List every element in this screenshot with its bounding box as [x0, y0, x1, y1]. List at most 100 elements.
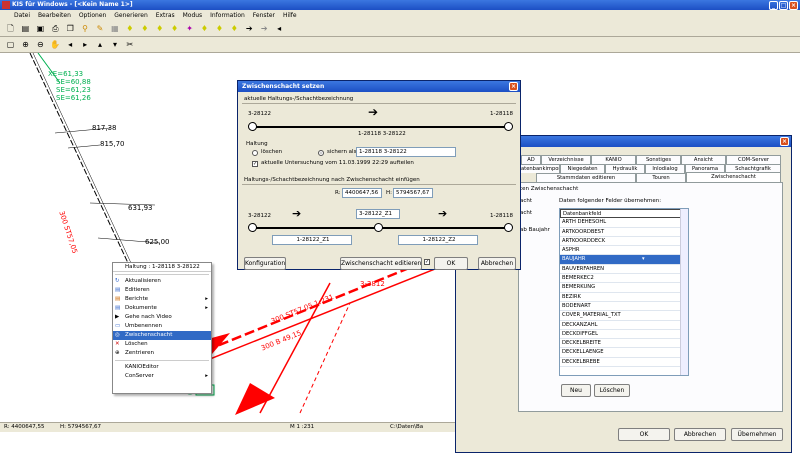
close-icon[interactable]: × [789, 1, 798, 10]
zoom-in-icon[interactable]: ⊕ [20, 39, 31, 50]
arrow-right-icon[interactable]: ➔ [244, 23, 255, 34]
menu-information[interactable]: Information [210, 12, 245, 19]
bulb4-icon[interactable]: ♦ [169, 23, 180, 34]
move-right-icon[interactable]: ▸ [80, 39, 91, 50]
menu-fenster[interactable]: Fenster [253, 12, 275, 19]
cancel-button[interactable]: Abbrechen [674, 428, 726, 441]
menu-optionen[interactable]: Optionen [79, 12, 107, 19]
tab-verzeichnisse[interactable]: Verzeichnisse [541, 155, 591, 164]
tool-icon[interactable]: ✎ [95, 23, 106, 34]
ctx-zwischenschacht[interactable]: ◎ Zwischenschacht [113, 331, 211, 340]
ok-button[interactable]: OK [618, 428, 670, 441]
tab-datenbankimport[interactable]: Datenbankimport [516, 164, 560, 173]
maximize-icon[interactable]: □ [779, 1, 788, 10]
arrow-right2-icon[interactable]: ➔ [259, 23, 270, 34]
list-item[interactable]: BAUVERFAHREN [560, 265, 688, 275]
menu-hilfe[interactable]: Hilfe [283, 12, 297, 19]
sichern-input[interactable]: 1-28118 3-28122 [356, 147, 456, 157]
ctx-gehe-nach-video[interactable]: ▶ Gehe nach Video [113, 313, 211, 322]
ctx-editieren[interactable]: ▤ Editieren [113, 286, 211, 295]
tab-com-server[interactable]: COM-Server [726, 155, 781, 164]
menu-generieren[interactable]: Generieren [114, 12, 148, 19]
menu-bearbeiten[interactable]: Bearbeiten [38, 12, 71, 19]
segment-left-input[interactable]: 1-28122_Z1 [272, 235, 352, 245]
r-coordinate-input[interactable]: 4400647,56 [342, 188, 382, 198]
save-icon[interactable]: ▣ [35, 23, 46, 34]
zoom-out-icon[interactable]: ⊖ [35, 39, 46, 50]
ctx-zentrieren[interactable]: ⊕ Zentrieren [113, 349, 211, 358]
list-item[interactable]: ARTH DEHESOHL [560, 218, 688, 228]
radio-sichern[interactable] [318, 150, 324, 156]
list-item[interactable]: DECKDIFFGEL [560, 330, 688, 340]
list-item[interactable]: ASPHR [560, 246, 688, 256]
tab-hydraulik[interactable]: Hydraulik [605, 164, 645, 173]
arrow-left-icon[interactable]: ◂ [274, 23, 285, 34]
list-item[interactable]: DECKANZAHL [560, 321, 688, 330]
ctx-kanioeditor[interactable]: KANIOEditor [113, 363, 211, 372]
zwischenschacht-editieren-button[interactable]: Zwischenschacht editieren [340, 257, 422, 270]
print-icon[interactable]: ⎙ [50, 23, 61, 34]
tab-stammdaten[interactable]: Stammdaten editieren [536, 173, 636, 182]
ctx-umbenennen[interactable]: ▭ Umbenennen [113, 322, 211, 331]
dialog-cancel-button[interactable]: Abbrechen [478, 257, 516, 270]
mid-node-input[interactable]: 3-28122_Z1 [356, 209, 400, 219]
field-list[interactable]: Datenbankfeld ARTH DEHESOHL ARTKOORDBEST… [559, 208, 689, 376]
table-icon[interactable]: ▦ [109, 23, 120, 34]
page-icon[interactable]: ▢ [5, 39, 16, 50]
minimize-icon[interactable]: _ [769, 1, 778, 10]
list-scrollbar[interactable] [680, 209, 688, 375]
tab-inlodialog[interactable]: Inlodialog [645, 164, 685, 173]
checkbox-editieren[interactable]: ✓ [424, 259, 430, 265]
ctx-berichte[interactable]: ▤ Berichte ▸ [113, 295, 211, 304]
list-item[interactable]: COVER_MATERIAL_TXT [560, 311, 688, 321]
new-icon[interactable]: 🗋 [5, 23, 16, 34]
ctx-aktualisieren[interactable]: ↻ Aktualisieren [113, 277, 211, 286]
move-up-icon[interactable]: ▴ [95, 39, 106, 50]
menu-modus[interactable]: Modus [183, 12, 203, 19]
list-item[interactable]: BEMERKUNG [560, 283, 688, 293]
ctx-loeschen[interactable]: ✕ Löschen [113, 340, 211, 349]
list-item[interactable]: DECKELBREITE [560, 339, 688, 349]
bulb-icon[interactable]: ♦ [124, 23, 135, 34]
bulb7-icon[interactable]: ♦ [229, 23, 240, 34]
list-item[interactable]: BEZIRK [560, 293, 688, 302]
dropdown-arrow-icon[interactable]: ▾ [642, 255, 645, 264]
segment-right-input[interactable]: 1-28122_Z2 [398, 235, 478, 245]
ctx-dokumente[interactable]: ▤ Dokumente ▸ [113, 304, 211, 313]
menu-extras[interactable]: Extras [156, 12, 175, 19]
list-item[interactable]: ARTKOORDBEST [560, 228, 688, 237]
list-item[interactable]: BODENART [560, 302, 688, 312]
bulb6-icon[interactable]: ♦ [214, 23, 225, 34]
radio-loeschen[interactable] [252, 150, 258, 156]
pan-icon[interactable]: ✋ [50, 39, 61, 50]
list-item[interactable]: DECKELBREBE [560, 358, 688, 368]
dialog-ok-button[interactable]: OK [434, 257, 468, 270]
tab-touren[interactable]: Touren [636, 173, 686, 182]
checkbox-aufteilen[interactable]: ✓ [252, 161, 258, 167]
move-down-icon[interactable]: ▾ [109, 39, 120, 50]
copy-icon[interactable]: ❐ [65, 23, 76, 34]
list-item[interactable]: BEMERKEC2 [560, 274, 688, 284]
loeschen-button[interactable]: Löschen [594, 384, 630, 397]
bulb2-icon[interactable]: ♦ [139, 23, 150, 34]
neu-button[interactable]: Neu [561, 384, 591, 397]
tab-zwischenschacht[interactable]: Zwischenschacht [686, 172, 781, 182]
tab-ad[interactable]: AD [521, 155, 541, 164]
tab-niegedaten[interactable]: Niegedaten [560, 164, 605, 173]
ctx-conserver[interactable]: ConServer ▸ [113, 372, 211, 381]
pin-icon[interactable]: ✦ [184, 23, 195, 34]
tab-sonstiges[interactable]: Sonstiges [636, 155, 681, 164]
apply-button[interactable]: Übernehmen [731, 428, 783, 441]
list-item[interactable]: ARTKOORDDECK [560, 237, 688, 247]
filter-icon[interactable]: ⚲ [80, 23, 91, 34]
list-item-selected[interactable]: BAUJAHR ▾ [560, 255, 688, 265]
tab-ansicht[interactable]: Ansicht [681, 155, 726, 164]
bulb5-icon[interactable]: ♦ [199, 23, 210, 34]
tab-kanio[interactable]: KANIO [591, 155, 636, 164]
menu-datei[interactable]: Datei [14, 12, 30, 19]
konfiguration-button[interactable]: Konfiguration [244, 257, 286, 270]
move-left-icon[interactable]: ◂ [65, 39, 76, 50]
measure-icon[interactable]: ✂ [124, 39, 135, 50]
h-coordinate-input[interactable]: 5794567,67 [393, 188, 433, 198]
open-icon[interactable]: ▤ [20, 23, 31, 34]
